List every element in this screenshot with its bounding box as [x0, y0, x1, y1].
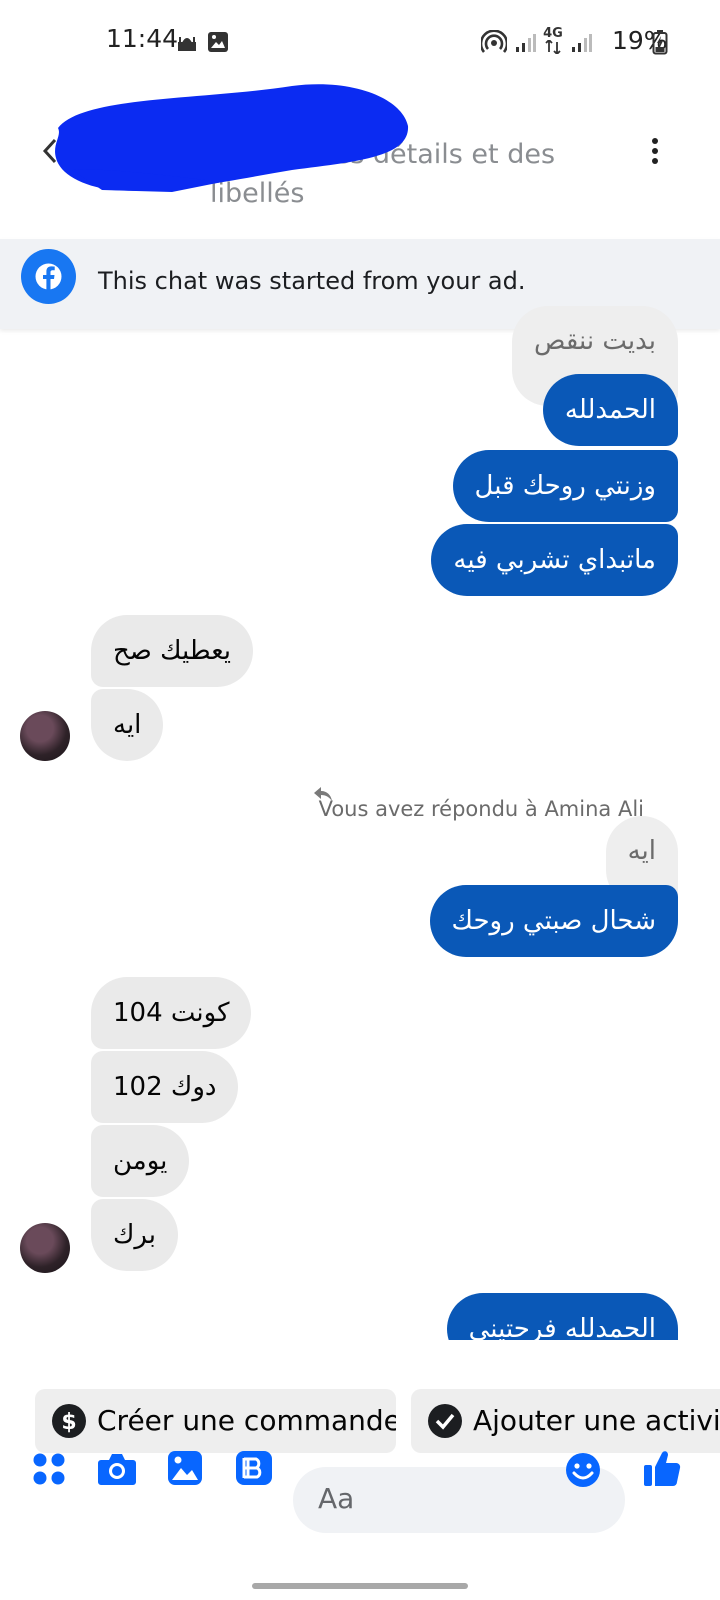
dollar-icon: $ — [52, 1404, 86, 1438]
contact-avatar[interactable] — [20, 711, 70, 761]
message-clip: الحمدلله فرحتيني — [0, 1293, 720, 1340]
banner-text: This chat was started from your ad. — [98, 267, 526, 295]
add-activity-button[interactable]: Ajouter une activi — [411, 1389, 720, 1453]
payment-icon[interactable] — [235, 1450, 273, 1486]
message-text: يومن — [113, 1146, 168, 1176]
message-bubble-incoming[interactable]: برك — [91, 1199, 179, 1271]
message-text: كونت 104 — [113, 998, 230, 1028]
message-text: برك — [113, 1220, 157, 1250]
message-text: يعطيك صح — [113, 636, 231, 666]
contact-avatar[interactable] — [20, 1223, 70, 1273]
message-bubble-outgoing[interactable]: ماتبداي تشربي فيه — [431, 524, 678, 596]
redaction-scribble — [55, 84, 409, 192]
camera-icon[interactable] — [97, 1450, 137, 1486]
message-text: بديت ننقص — [533, 326, 656, 356]
signal-icon — [516, 34, 536, 52]
emoji-icon[interactable] — [565, 1452, 601, 1488]
message-text: وزنتي روحك قبل — [474, 471, 656, 501]
like-icon[interactable] — [643, 1448, 681, 1488]
message-bubble-incoming[interactable]: ايه — [91, 689, 164, 761]
gallery-icon — [208, 32, 228, 52]
message-bubble-incoming[interactable]: دوك 102 — [91, 1051, 239, 1123]
add-activity-label: Ajouter une activi — [473, 1404, 720, 1437]
message-bubble-incoming[interactable]: يعطيك صح — [91, 615, 253, 687]
hotspot-icon — [481, 30, 507, 53]
message-bubble-incoming[interactable]: كونت 104 — [91, 977, 252, 1049]
battery-icon — [652, 30, 668, 55]
data-arrows-icon — [545, 40, 561, 54]
message-text: شحال صبتي روحك — [451, 906, 656, 936]
message-text: ايه — [627, 836, 656, 866]
more-options-icon[interactable] — [648, 136, 662, 166]
facebook-icon — [21, 249, 76, 304]
menu-grid-icon[interactable] — [32, 1452, 66, 1486]
photo-gallery-icon[interactable] — [167, 1450, 203, 1486]
message-input-placeholder: Aa — [318, 1482, 355, 1515]
mosque-icon — [178, 37, 196, 51]
message-bubble-outgoing[interactable]: الحمدلله — [542, 374, 678, 446]
message-text: دوك 102 — [113, 1072, 217, 1102]
message-bubble-outgoing[interactable]: شحال صبتي روحك — [429, 885, 678, 957]
message-text: ماتبداي تشربي فيه — [453, 545, 656, 575]
signal-icon-2 — [572, 34, 592, 52]
network-type: 4G — [543, 26, 563, 41]
message-text: الحمدلله — [564, 395, 656, 425]
check-circle-icon — [428, 1404, 462, 1438]
message-text: الحمدلله فرحتيني — [468, 1314, 656, 1340]
message-bubble-outgoing[interactable]: الحمدلله فرحتيني — [446, 1293, 678, 1340]
message-bubble-incoming[interactable]: يومن — [91, 1125, 190, 1197]
create-order-label: Créer une commande — [97, 1404, 396, 1437]
message-text: ايه — [113, 710, 142, 740]
create-order-button[interactable]: $ Créer une commande — [35, 1389, 396, 1453]
svg-text:$: $ — [61, 1410, 76, 1435]
status-time: 11:44 — [106, 24, 179, 53]
reply-context: Vous avez répondu à Amina Ali — [318, 797, 644, 821]
message-bubble-outgoing[interactable]: وزنتي روحك قبل — [452, 450, 678, 522]
home-indicator[interactable] — [252, 1583, 468, 1589]
